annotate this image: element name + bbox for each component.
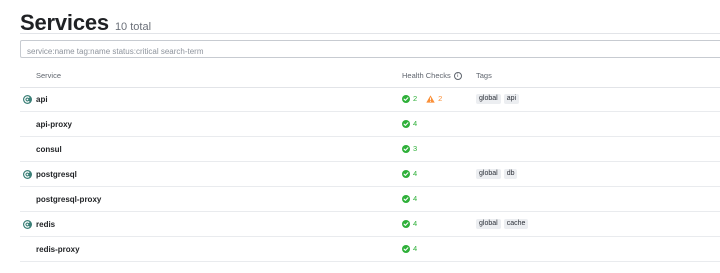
service-tags: global api	[476, 94, 522, 104]
search-box[interactable]	[20, 40, 720, 60]
service-name-link[interactable]: api	[36, 95, 48, 104]
table-row[interactable]: api 2 2 global api	[20, 87, 720, 112]
check-passing-icon	[402, 219, 410, 228]
service-name-link[interactable]: postgresql	[36, 170, 77, 179]
health-checks: 22	[402, 94, 442, 103]
info-icon[interactable]: i	[453, 71, 462, 80]
passing-count: 4	[413, 119, 418, 128]
table-row[interactable]: postgresql 4 global db	[20, 162, 720, 187]
warning-checks: 2	[426, 94, 442, 103]
consul-service-icon	[23, 220, 32, 229]
passing-count: 3	[413, 144, 418, 153]
check-passing-icon	[402, 119, 410, 128]
service-tags: global cache	[476, 219, 531, 229]
service-name-link[interactable]: consul	[36, 145, 62, 154]
tag-badge: api	[503, 94, 520, 104]
tag-badge: global	[476, 169, 501, 179]
column-header-health-checks[interactable]: Health Checks i	[402, 71, 462, 80]
passing-count: 4	[413, 194, 418, 203]
consul-service-icon	[23, 170, 32, 179]
header-divider	[20, 33, 720, 34]
service-tags: global db	[476, 169, 520, 179]
service-name-link[interactable]: api-proxy	[36, 120, 72, 129]
check-passing-icon	[402, 169, 410, 178]
column-header-tags[interactable]: Tags	[476, 71, 492, 80]
tag-badge: cache	[503, 219, 529, 229]
health-checks: 4	[402, 169, 417, 178]
passing-count: 4	[413, 244, 418, 253]
column-header-service[interactable]: Service	[36, 71, 61, 80]
check-passing-icon	[402, 194, 410, 203]
check-passing-icon	[402, 144, 410, 153]
health-checks: 4	[402, 219, 417, 228]
check-passing-icon	[402, 94, 410, 103]
service-name-link[interactable]: redis-proxy	[36, 245, 80, 254]
table-row[interactable]: redis-proxy 4	[20, 237, 720, 262]
services-table-body: api 2 2 global api api-proxy 4 consul 3 postgresq…	[20, 87, 720, 262]
table-row[interactable]: consul 3	[20, 137, 720, 162]
warning-count: 2	[438, 94, 443, 103]
tag-badge: global	[476, 94, 501, 104]
tag-badge: db	[503, 169, 518, 179]
health-checks: 3	[402, 144, 417, 153]
table-row[interactable]: redis 4 global cache	[20, 212, 720, 237]
service-name-link[interactable]: redis	[36, 220, 55, 229]
table-row[interactable]: api-proxy 4	[20, 112, 720, 137]
passing-count: 4	[413, 219, 418, 228]
health-checks: 4	[402, 119, 417, 128]
passing-count: 2	[413, 94, 418, 103]
service-name-link[interactable]: postgresql-proxy	[36, 195, 101, 204]
check-passing-icon	[402, 244, 410, 253]
health-checks: 4	[402, 244, 417, 253]
table-header: Service Health Checks i Tags	[20, 68, 720, 84]
search-input[interactable]	[21, 43, 720, 60]
column-header-health-label: Health Checks	[402, 71, 451, 80]
tag-badge: global	[476, 219, 501, 229]
table-row[interactable]: postgresql-proxy 4	[20, 187, 720, 212]
consul-service-icon	[23, 95, 32, 104]
health-checks: 4	[402, 194, 417, 203]
services-page: Services 10 total Service Health Checks …	[0, 0, 720, 273]
passing-count: 4	[413, 169, 418, 178]
service-count: 10 total	[114, 21, 152, 33]
warning-triangle-icon	[426, 94, 435, 103]
